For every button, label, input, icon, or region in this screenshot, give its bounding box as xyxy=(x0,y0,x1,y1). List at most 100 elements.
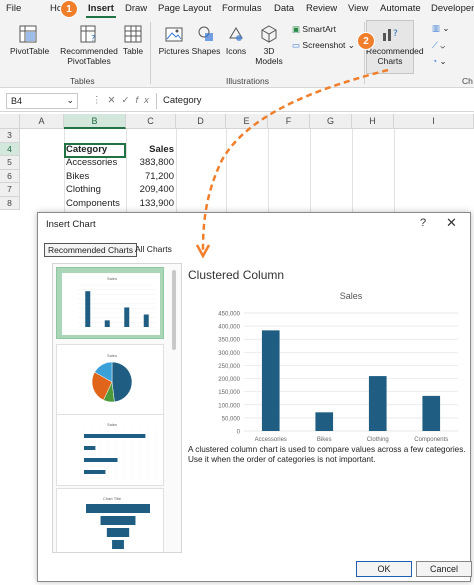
svg-text:?: ? xyxy=(393,29,398,39)
pivottable-label: PivotTable xyxy=(10,46,50,56)
thumbnail-clustered-column[interactable]: Sales xyxy=(56,267,164,339)
row-header-7[interactable]: 7 xyxy=(0,183,20,197)
cancel-icon[interactable]: ✕ xyxy=(108,95,122,106)
close-icon[interactable]: ✕ xyxy=(446,215,457,231)
row-header-8[interactable]: 8 xyxy=(0,196,20,210)
icons-label: Icons xyxy=(225,46,247,56)
screenshot-icon: ▭ xyxy=(292,40,301,50)
row-header-5[interactable]: 5 xyxy=(0,156,20,170)
cell-sales[interactable]: 383,800 xyxy=(126,156,176,170)
cell-sales[interactable]: 133,900 xyxy=(126,197,176,211)
tab-file[interactable]: File xyxy=(6,3,21,14)
dialog-title: Insert Chart xyxy=(46,219,96,230)
pictures-button[interactable]: Pictures xyxy=(157,24,191,56)
y-tick-label: 100,000 xyxy=(218,403,240,409)
column-header-i[interactable]: I xyxy=(394,114,474,129)
recommended-pivottables-label-1: Recommended xyxy=(60,46,118,56)
y-tick-label: 350,000 xyxy=(218,338,240,344)
line-chart-icon: ⟋ xyxy=(432,40,438,50)
tab-developer[interactable]: Developer xyxy=(431,3,474,14)
column-header-e[interactable]: E xyxy=(226,114,268,129)
cell-category[interactable]: Accessories xyxy=(64,156,126,170)
thumbnail-pie[interactable]: Sales xyxy=(56,344,164,416)
thumbnail-clustered-bar[interactable]: Sales xyxy=(56,414,164,486)
column-header-f[interactable]: F xyxy=(268,114,310,129)
tab-automate[interactable]: Automate xyxy=(380,3,421,14)
tab-data[interactable]: Data xyxy=(274,3,294,14)
tab-insert[interactable]: Insert xyxy=(88,3,114,14)
name-box[interactable]: B4 ⌄ xyxy=(6,93,78,109)
y-tick-label: 150,000 xyxy=(218,390,240,396)
table-button[interactable]: Table xyxy=(120,24,146,56)
tab-draw[interactable]: Draw xyxy=(125,3,147,14)
pivottable-button[interactable]: PivotTable xyxy=(10,24,50,56)
gridline xyxy=(176,129,177,214)
thumbnail-title: Sales xyxy=(107,422,117,427)
tab-all-charts[interactable]: All Charts xyxy=(132,243,175,255)
y-tick-label: 0 xyxy=(237,430,241,436)
cell-category[interactable]: Components xyxy=(64,197,126,211)
y-tick-label: 400,000 xyxy=(218,325,240,331)
options-icon[interactable]: ⋮ xyxy=(92,95,108,106)
thumbnail-funnel[interactable]: Chart Title xyxy=(56,488,164,552)
column-header-h[interactable]: H xyxy=(352,114,394,129)
ok-button[interactable]: OK xyxy=(356,561,412,577)
x-tick-label: Components xyxy=(414,437,448,443)
select-all-corner[interactable] xyxy=(0,114,20,129)
screenshot-button[interactable]: ▭ Screenshot ⌄ xyxy=(292,40,355,51)
svg-text:?: ? xyxy=(91,34,95,43)
recommended-pivottables-button[interactable]: ? Recommended PivotTables xyxy=(56,24,122,66)
recommended-charts-icon: ? xyxy=(383,29,398,41)
tab-formulas[interactable]: Formulas xyxy=(222,3,262,14)
cancel-button[interactable]: Cancel xyxy=(416,561,472,577)
tab-view[interactable]: View xyxy=(348,3,368,14)
column-header-d[interactable]: D xyxy=(176,114,226,129)
scrollbar-thumb[interactable] xyxy=(172,270,176,350)
column-chart-button[interactable]: ▥ ⌄ xyxy=(432,23,450,34)
shapes-button[interactable]: Shapes xyxy=(191,24,221,56)
thumbnail-scrollbar[interactable] xyxy=(170,266,178,550)
tab-recommended-charts[interactable]: Recommended Charts xyxy=(44,243,138,257)
pivottable-icon xyxy=(19,25,37,43)
help-icon[interactable]: ? xyxy=(420,217,426,229)
column-header-a[interactable]: A xyxy=(20,114,64,129)
column-header-c[interactable]: C xyxy=(126,114,176,129)
recommended-charts-label-1: Recommended xyxy=(366,46,424,56)
line-chart-button[interactable]: ⟋ ⌄ xyxy=(432,40,445,51)
gridline xyxy=(394,129,395,214)
column-header-b[interactable]: B xyxy=(64,114,126,129)
cell-sales[interactable]: 71,200 xyxy=(126,170,176,184)
thumbnail-funnel-chart: Chart Title xyxy=(62,494,160,552)
row-header-4[interactable]: 4 xyxy=(0,142,20,156)
column-header-g[interactable]: G xyxy=(310,114,352,129)
cell-sales[interactable]: 209,400 xyxy=(126,183,176,197)
row-header-3[interactable]: 3 xyxy=(0,129,20,143)
enter-icon[interactable]: ✓ xyxy=(121,95,135,106)
smartart-label: SmartArt xyxy=(302,24,336,34)
thumbnail-pie-chart: Sales xyxy=(62,350,160,412)
thumbnail-column-chart: Sales xyxy=(62,273,160,335)
pie-chart-button[interactable]: ◔ ⌄ xyxy=(432,56,447,67)
bar xyxy=(422,395,441,431)
icons-button[interactable]: Icons xyxy=(222,24,250,56)
3d-models-label-2: Models xyxy=(255,56,283,66)
formula-bar: B4 ⌄ ⋮✕✓fx Category xyxy=(0,90,474,112)
row-header-6[interactable]: 6 xyxy=(0,169,20,183)
fx-icon[interactable]: fx xyxy=(135,95,154,106)
chevron-down-icon[interactable]: ⌄ xyxy=(66,95,74,106)
gridline xyxy=(268,129,269,214)
tab-review[interactable]: Review xyxy=(306,3,337,14)
cell-category[interactable]: Clothing xyxy=(64,183,126,197)
smartart-button[interactable]: ▣ SmartArt xyxy=(292,24,336,35)
cell-sales-header[interactable]: Sales xyxy=(126,143,176,157)
callout-step-2: 2 xyxy=(357,32,375,50)
thumbnail-title: Sales xyxy=(107,276,117,281)
name-box-value: B4 xyxy=(11,96,23,106)
preview-chart-type: Clustered Column xyxy=(188,268,285,282)
3d-models-button[interactable]: 3D Models xyxy=(252,24,286,66)
gridline xyxy=(352,129,353,214)
column-chart-icon: ▥ xyxy=(432,23,441,33)
cell-category[interactable]: Bikes xyxy=(64,170,126,184)
formula-input[interactable]: Category xyxy=(156,93,470,109)
tab-page-layout[interactable]: Page Layout xyxy=(158,3,211,14)
